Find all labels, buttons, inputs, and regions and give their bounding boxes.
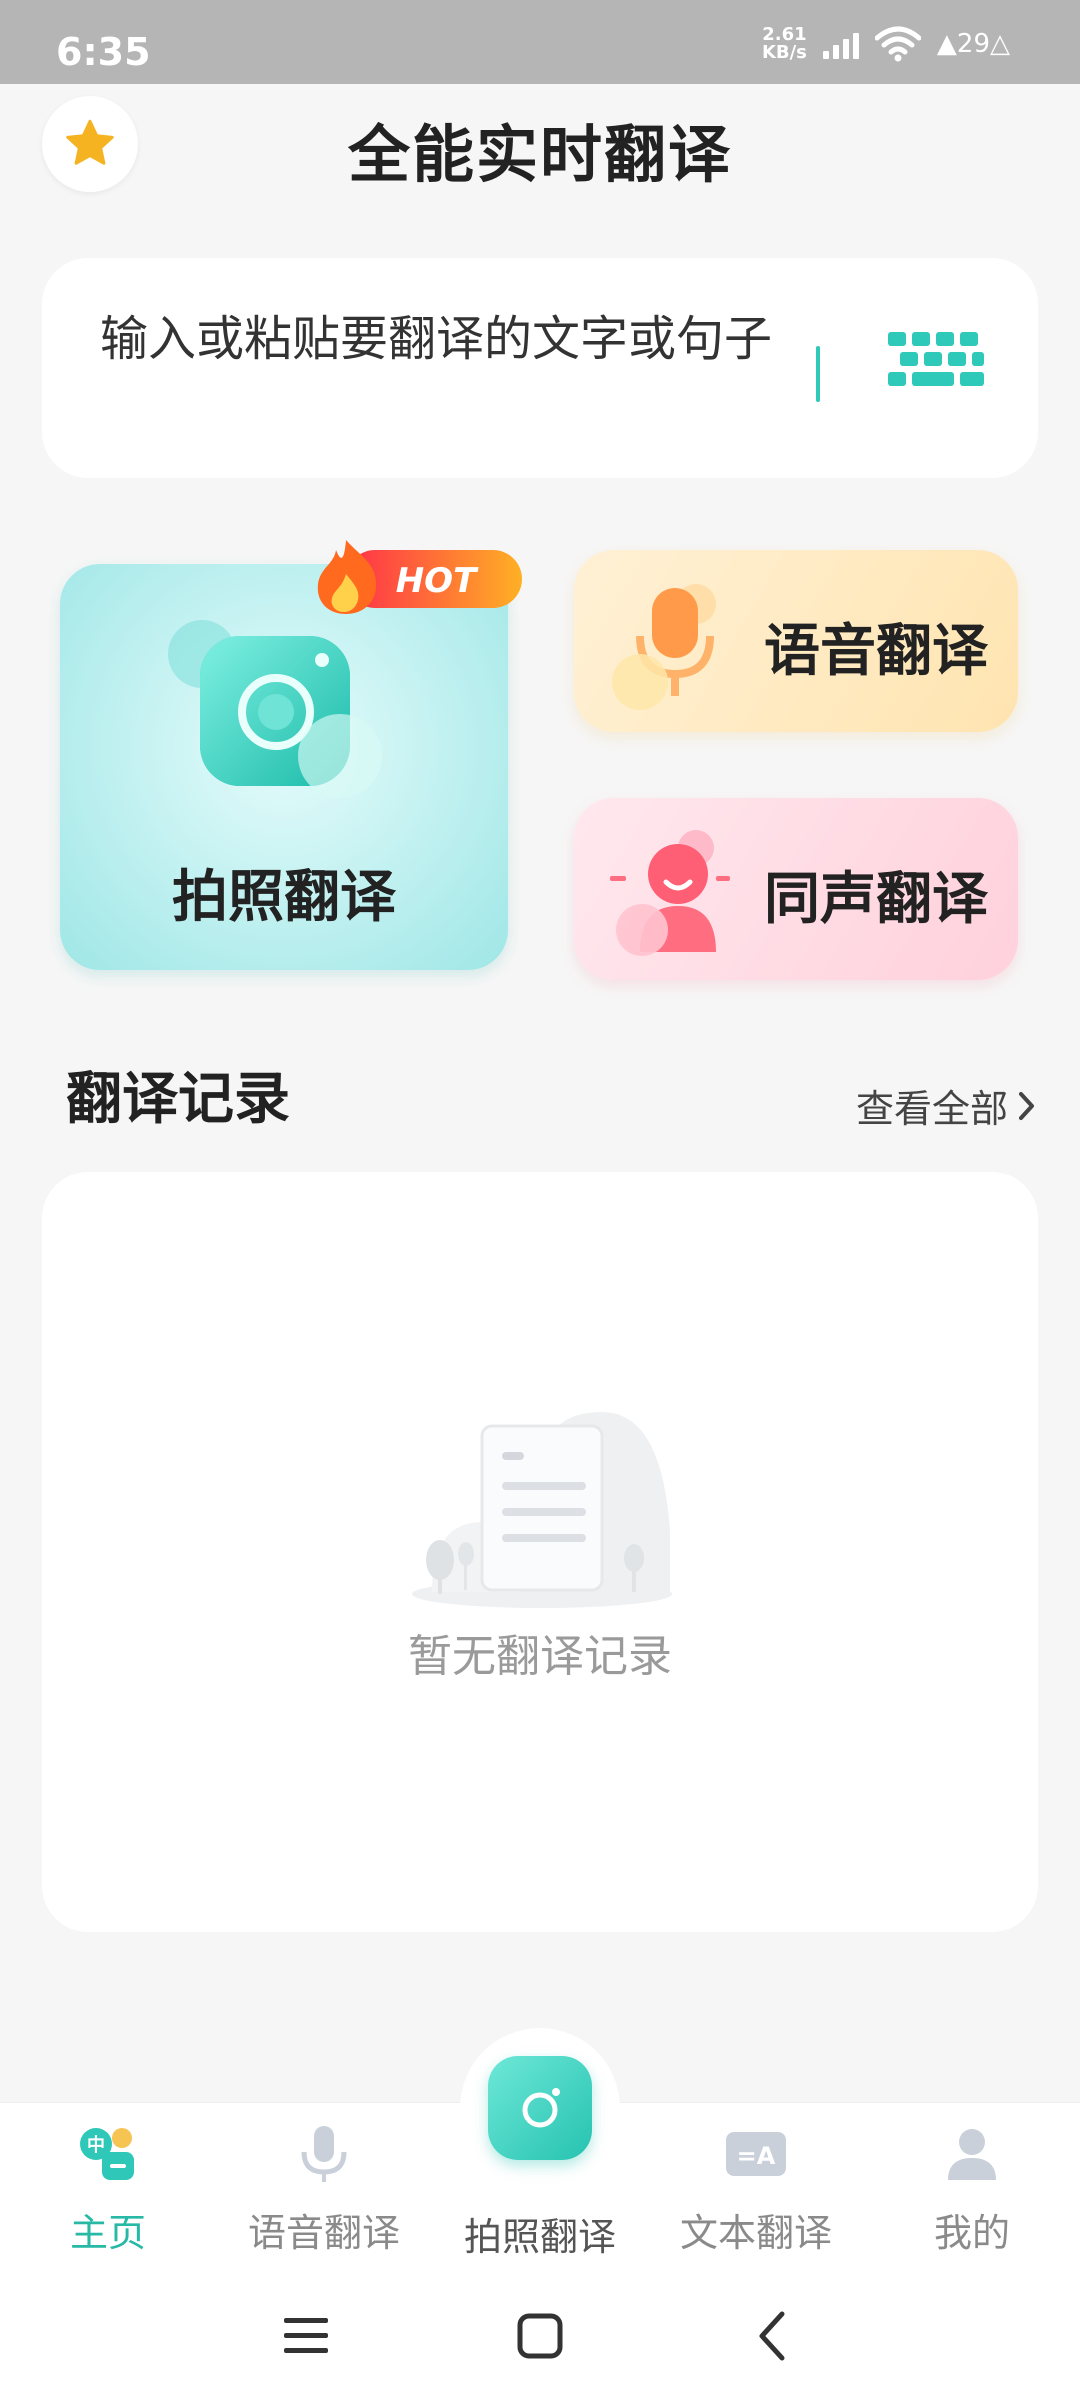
system-nav-bar [0,2272,1080,2400]
menu-icon[interactable] [278,2308,334,2364]
microphone-icon [612,584,716,710]
camera-icon [522,2088,560,2128]
microphone-icon [301,2126,347,2182]
nav-photo-button[interactable] [460,2028,620,2188]
camera-icon [168,620,382,798]
text-translate-icon: =A [726,2132,786,2176]
back-icon[interactable] [746,2308,802,2364]
sync-translate-card[interactable]: 同声翻译 [574,798,1018,980]
empty-records-text: 暂无翻译记录 [408,1631,672,1682]
translate-input-card[interactable]: 输入或粘贴要翻译的文字或句子 [42,258,1038,478]
records-title: 翻译记录 [66,1067,290,1132]
empty-document-icon [412,1412,672,1608]
svg-text:HOT: HOT [396,561,479,601]
chevron-right-icon [1019,1091,1034,1120]
nav-photo-label[interactable]: 拍照翻译 [440,2206,640,2261]
signal-icon [822,29,859,59]
home-square-icon[interactable] [512,2308,568,2364]
translate-input[interactable]: 输入或粘贴要翻译的文字或句子 [100,306,820,372]
person-speaking-icon [610,830,730,956]
view-all-link[interactable]: 查看全部 [856,1078,1038,1133]
tree-icon: △ [990,29,1010,59]
voice-translate-label: 语音翻译 [764,619,988,684]
text-cursor [816,346,820,402]
photo-translate-label: 拍照翻译 [172,865,396,930]
status-bar: 6:35 2.61 KB/s ▲29△ [0,0,1080,84]
nav-voice[interactable]: 语音翻译 [234,2122,414,2257]
network-speed: 2.61 KB/s [761,24,807,63]
wifi-icon [874,26,921,62]
status-icons: 2.61 KB/s ▲29△ [762,26,1010,62]
nav-voice-label: 语音翻译 [247,2211,400,2255]
tree-icon-group: ▲29△ [936,29,1010,59]
records-card: 暂无翻译记录 [42,1172,1038,1932]
sync-translate-label: 同声翻译 [764,867,988,932]
status-time: 6:35 [56,30,151,74]
hot-badge: HOT [317,540,522,614]
user-icon [948,2129,996,2180]
photo-translate-card[interactable]: 拍照翻译 [60,564,508,970]
voice-translate-card[interactable]: 语音翻译 [574,550,1018,732]
keyboard-icon[interactable] [884,328,988,408]
nav-photo-icon-wrap [488,2056,592,2160]
home-translate-icon: 中 [80,2128,134,2180]
nav-home-label: 主页 [69,2211,146,2255]
svg-text:=A: =A [737,2142,776,2170]
page-title: 全能实时翻译 [347,118,732,191]
tree-icon: ▲ [936,29,957,59]
nav-mine-label: 我的 [933,2211,1010,2255]
nav-mine[interactable]: 我的 [882,2122,1062,2257]
svg-text:中: 中 [87,2134,105,2156]
view-all-label: 查看全部 [855,1087,1008,1131]
nav-text[interactable]: =A 文本翻译 [666,2122,846,2257]
nav-home[interactable]: 中 主页 [18,2122,198,2257]
nav-text-label: 文本翻译 [679,2211,832,2255]
